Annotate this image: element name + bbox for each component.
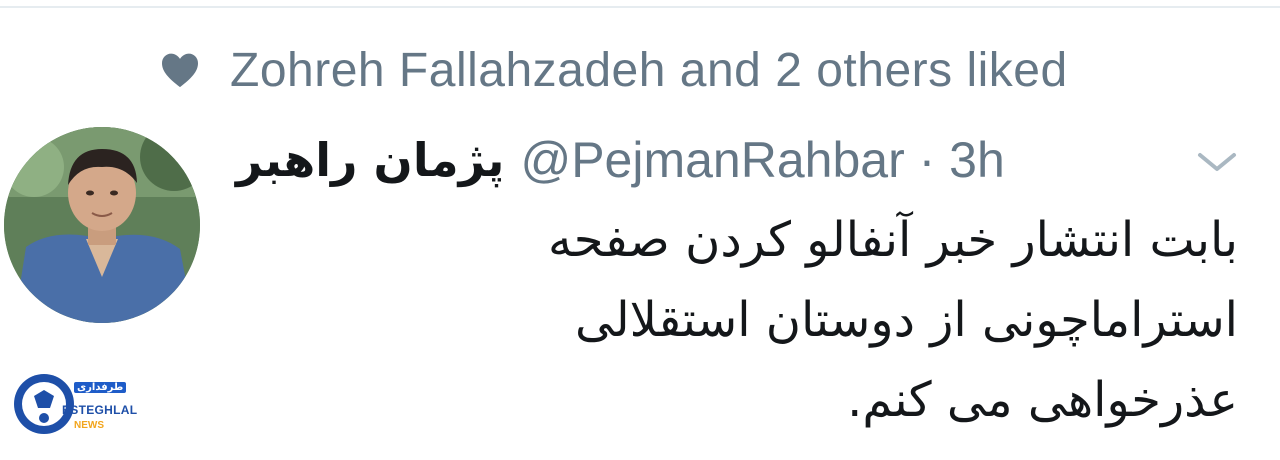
avatar[interactable] [4,127,200,323]
watermark-news: NEWS [74,420,104,431]
tweet-text-line: استراماچونی از دوستان استقلالی [574,292,1238,348]
watermark-name: ESTEGHLAL [62,403,138,417]
tweet-text-line: بابت انتشار خبر آنفالو کردن صفحه [548,212,1238,268]
tweet-text-line: عذرخواهی می کنم. [847,372,1238,428]
esteghlal-news-watermark: طرفداری ESTEGHLAL NEWS [12,372,137,444]
top-divider [0,6,1280,8]
display-name[interactable]: پژمان راهبر [236,133,504,187]
heart-icon [162,53,198,88]
tweet-text: بابت انتشار خبر آنفالو کردن صفحه استراما… [358,200,1238,440]
social-context[interactable]: Zohreh Fallahzadeh and 2 others liked [160,40,1068,100]
tweet-header: پژمان راهبر @PejmanRahbar · 3h [236,128,1005,192]
social-context-text: Zohreh Fallahzadeh and 2 others liked [230,43,1068,97]
watermark-brand: طرفداری [74,382,127,393]
handle-and-time[interactable]: @PejmanRahbar · 3h [520,131,1004,189]
avatar-photo [4,127,200,323]
chevron-down-icon[interactable] [1196,150,1238,174]
